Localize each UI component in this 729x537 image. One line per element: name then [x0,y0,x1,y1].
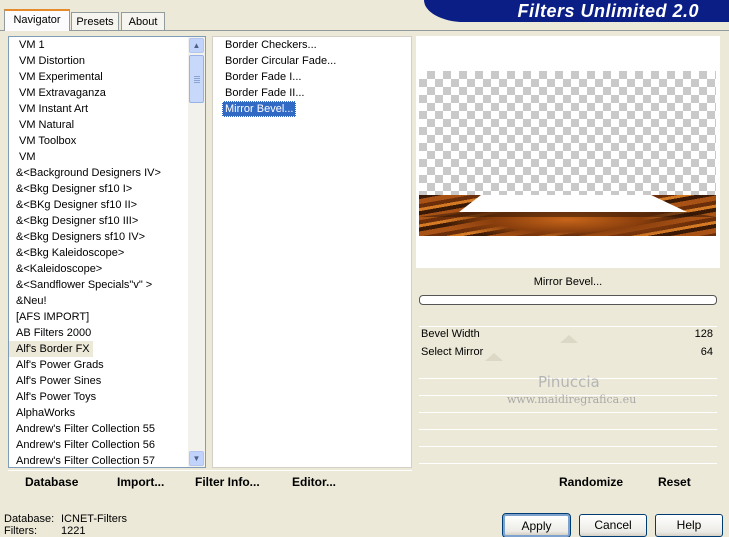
watermark-name: Pinuccia [538,373,600,391]
category-item[interactable]: VM Distortion [9,53,85,69]
app-title: Filters Unlimited 2.0 [517,1,699,21]
tab-navigator[interactable]: Navigator [4,9,70,31]
filters-count-label: Filters: [4,525,37,537]
cancel-button[interactable]: Cancel [579,514,647,537]
category-item[interactable]: Andrew's Filter Collection 55 [9,421,155,437]
category-item[interactable]: &<BKg Designer sf10 II> [9,197,137,213]
filter-list[interactable]: Border Checkers... Border Circular Fade..… [212,36,412,468]
title-banner: Filters Unlimited 2.0 [424,0,729,22]
category-item[interactable]: &<Sandflower Specials"v" > [9,277,152,293]
filters-count-value: 1221 [61,525,86,537]
import-button[interactable]: Import... [117,475,164,489]
category-item[interactable]: [AFS IMPORT] [9,309,89,325]
filter-info-button[interactable]: Filter Info... [195,475,260,489]
param-row[interactable]: Bevel Width 128 [419,326,717,343]
param-value: 64 [700,346,713,358]
param-label: Bevel Width [421,328,480,340]
filter-item[interactable]: Mirror Bevel... [222,101,297,117]
preview-image [419,71,716,236]
category-item[interactable]: Andrew's Filter Collection 56 [9,437,155,453]
slider-marker[interactable] [560,335,578,343]
mirror-bevel-shape [419,195,716,217]
filter-item[interactable]: Border Checkers... [222,37,320,53]
category-item[interactable]: VM 1 [9,37,45,53]
category-item[interactable]: Alf's Power Sines [9,373,101,389]
category-item[interactable]: Andrew's Filter Collection 57 [9,453,155,467]
category-item[interactable]: AlphaWorks [9,405,75,421]
database-button[interactable]: Database [25,475,78,489]
reset-button[interactable]: Reset [658,475,691,489]
category-item[interactable]: AB Filters 2000 [9,325,91,341]
category-item[interactable]: &<Background Designers IV> [9,165,161,181]
filter-item[interactable]: Border Fade II... [222,85,307,101]
slider-marker[interactable] [485,353,503,361]
category-item[interactable]: Alf's Power Toys [9,389,96,405]
category-item[interactable]: Alf's Power Grads [9,357,104,373]
editor-button[interactable]: Editor... [292,475,336,489]
category-item[interactable]: VM Natural [9,117,74,133]
category-item[interactable]: &<Kaleidoscope> [9,261,102,277]
category-item[interactable]: &<Bkg Kaleidoscope> [9,245,124,261]
category-item[interactable]: VM Instant Art [9,101,88,117]
database-label: Database: [4,513,55,525]
category-item[interactable]: &<Bkg Designer sf10 III> [9,213,138,229]
randomize-button[interactable]: Randomize [559,475,623,489]
watermark-url: www.maidiregrafica.eu [507,393,637,406]
category-item[interactable]: Alf's Border FX [9,341,93,357]
scroll-down-button[interactable]: ▼ [189,451,204,466]
category-item[interactable]: &<Bkg Designers sf10 IV> [9,229,145,245]
filter-item[interactable]: Border Circular Fade... [222,53,339,69]
help-button[interactable]: Help [655,514,723,537]
filter-item[interactable]: Border Fade I... [222,69,304,85]
param-label: Select Mirror [421,346,484,358]
category-scrollbar[interactable]: ▲ ▼ [188,37,205,467]
category-item[interactable]: &<Bkg Designer sf10 I> [9,181,132,197]
database-value: ICNET-Filters [61,513,127,525]
category-item[interactable]: &Neu! [9,293,47,309]
tab-presets[interactable]: Presets [71,12,119,30]
category-item[interactable]: VM [9,149,36,165]
apply-button[interactable]: Apply [502,513,571,537]
progress-bar [419,295,717,305]
scroll-up-button[interactable]: ▲ [189,38,204,53]
tab-divider [0,30,729,31]
category-item[interactable]: VM Experimental [9,69,103,85]
category-item[interactable]: VM Toolbox [9,133,76,149]
category-list[interactable]: VM 1 VM Distortion VM Experimental VM Extra… [8,36,206,468]
selected-filter-label: Mirror Bevel... [533,276,603,288]
scroll-thumb[interactable] [189,55,204,103]
category-item[interactable]: VM Extravaganza [9,85,106,101]
tab-about[interactable]: About [121,12,165,30]
param-value: 128 [694,328,713,340]
param-row[interactable]: Select Mirror 64 [419,344,717,361]
